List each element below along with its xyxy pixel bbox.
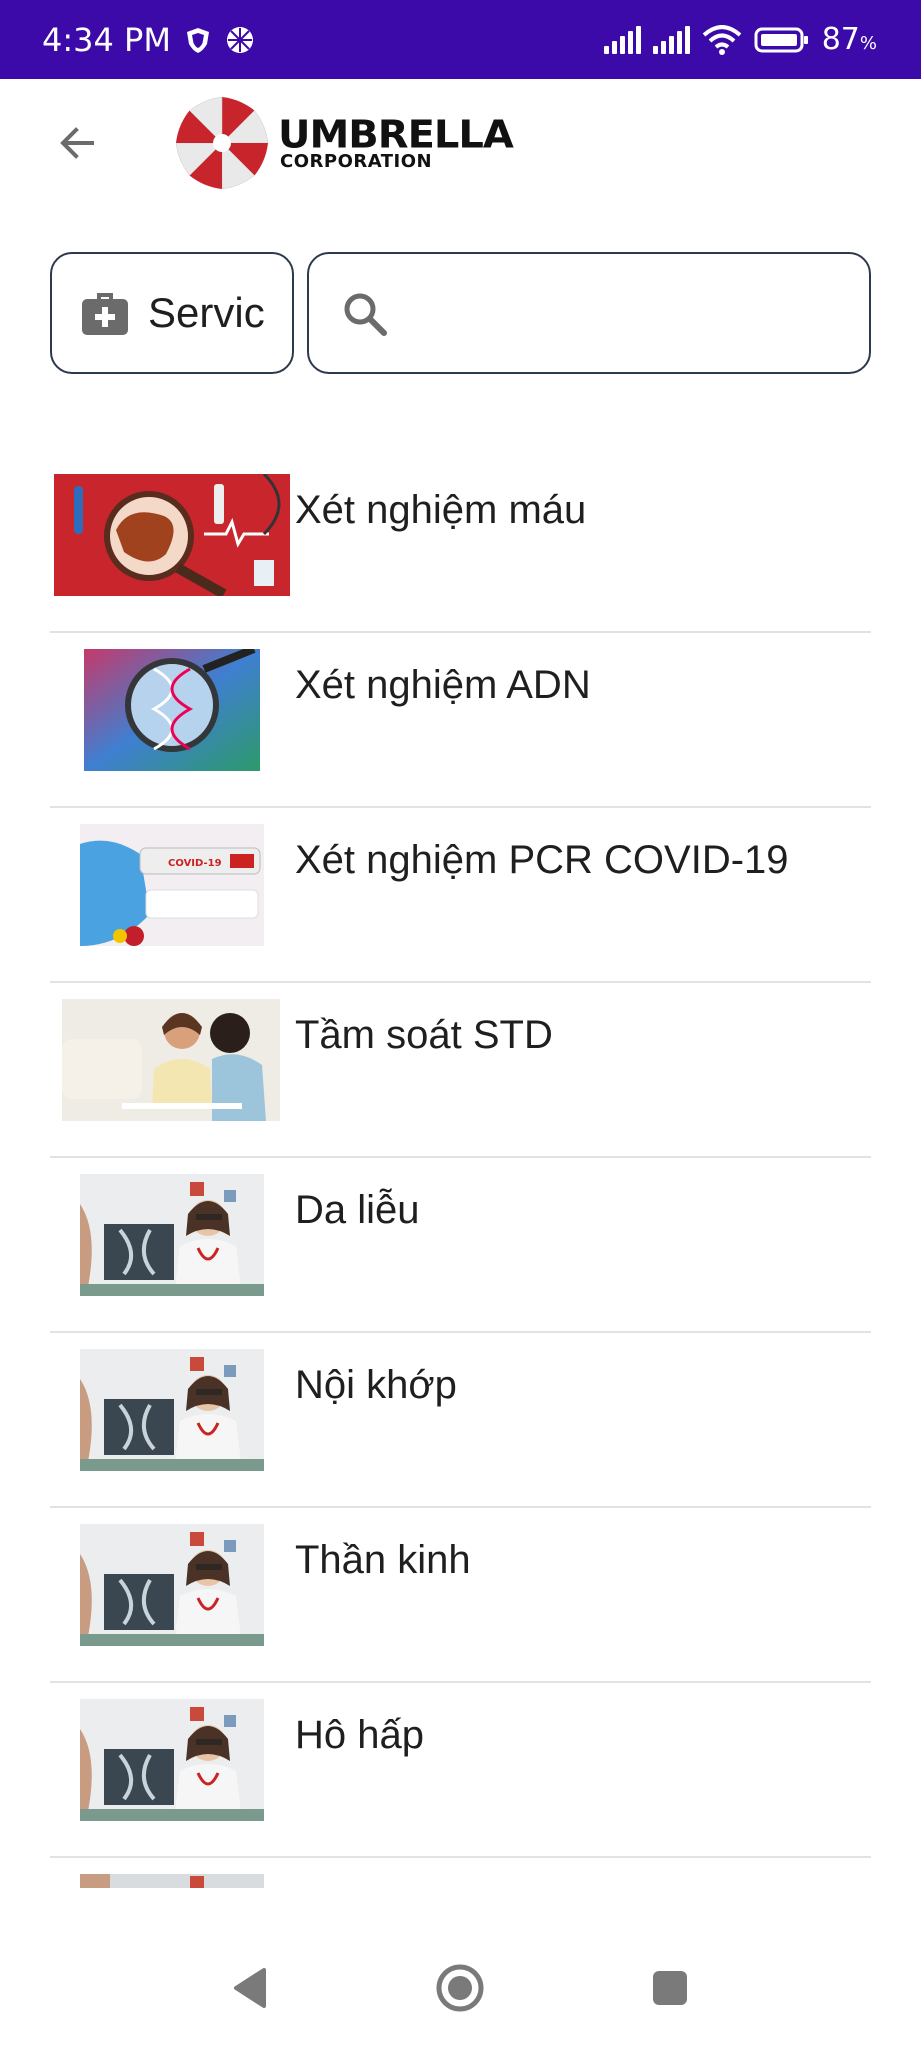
service-label: Xét nghiệm ADN (295, 663, 591, 707)
list-item[interactable]: Da liễu (50, 1158, 871, 1333)
list-item[interactable] (50, 1858, 871, 1888)
nav-home-button[interactable] (430, 1958, 490, 2018)
battery-unit: % (859, 33, 877, 54)
doctor-thumbnail (80, 1699, 264, 1821)
list-item[interactable]: Thần kinh (50, 1508, 871, 1683)
list-item[interactable]: COVID-19 Xét nghiệm PCR COVID-19 (50, 808, 871, 983)
svg-text:COVID-19: COVID-19 (168, 858, 222, 869)
list-item[interactable]: Tầm soát STD (50, 983, 871, 1158)
nav-home-icon (436, 1964, 484, 2012)
list-item[interactable]: Nội khớp (50, 1333, 871, 1508)
umbrella-logo-icon (175, 96, 269, 190)
status-time: 4:34 PM (42, 20, 171, 59)
doctor-thumbnail (80, 1349, 264, 1471)
arrow-left-icon[interactable] (52, 117, 104, 169)
battery-level: 87 (821, 22, 860, 57)
list-item[interactable]: Xét nghiệm ADN (50, 633, 871, 808)
service-label: Da liễu (295, 1188, 420, 1232)
service-filter-label: Servic (148, 289, 265, 336)
nav-recents-button[interactable] (640, 1958, 700, 2018)
search-box[interactable] (307, 252, 871, 374)
service-label: Xét nghiệm PCR COVID-19 (295, 838, 789, 882)
flower-icon (226, 26, 253, 53)
doctor-thumbnail (80, 1174, 264, 1296)
doctor-thumbnail (80, 1874, 264, 1888)
wifi-icon (702, 24, 742, 55)
nav-back-icon (234, 1968, 266, 2008)
system-nav-bar (0, 1930, 921, 2048)
search-icon (344, 293, 387, 336)
list-item[interactable]: Hô hấp (50, 1683, 871, 1858)
app-bar: UMBRELLA CORPORATION (0, 79, 921, 204)
service-label: Tầm soát STD (295, 1013, 553, 1057)
dna-test-thumbnail (84, 649, 260, 771)
std-screening-thumbnail (62, 999, 280, 1121)
covid-test-thumbnail: COVID-19 (80, 824, 264, 946)
doctor-thumbnail (80, 1524, 264, 1646)
list-item[interactable]: Xét nghiệm máu (50, 458, 871, 633)
signal-icon (652, 25, 690, 54)
battery-icon (754, 27, 808, 52)
blood-test-thumbnail (54, 474, 290, 596)
service-label: Nội khớp (295, 1363, 457, 1407)
signal-icon (603, 25, 641, 54)
medical-kit-icon (82, 293, 128, 335)
shield-icon (186, 27, 209, 53)
service-label: Hô hấp (295, 1713, 424, 1757)
search-input[interactable] (405, 274, 845, 354)
service-label: Thần kinh (295, 1538, 471, 1582)
company-logo: UMBRELLA CORPORATION (172, 93, 514, 193)
logo-name: UMBRELLA (278, 113, 514, 157)
nav-back-button[interactable] (220, 1958, 280, 2018)
service-label: Xét nghiệm máu (295, 488, 587, 532)
nav-recents-icon (653, 1971, 687, 2005)
service-list: Xét nghiệm máu Xét nghiệm ADN COVID-19 X… (50, 458, 871, 1888)
status-bar: 4:34 PM 87% (0, 0, 921, 79)
service-filter-button[interactable]: Servic (50, 252, 294, 374)
